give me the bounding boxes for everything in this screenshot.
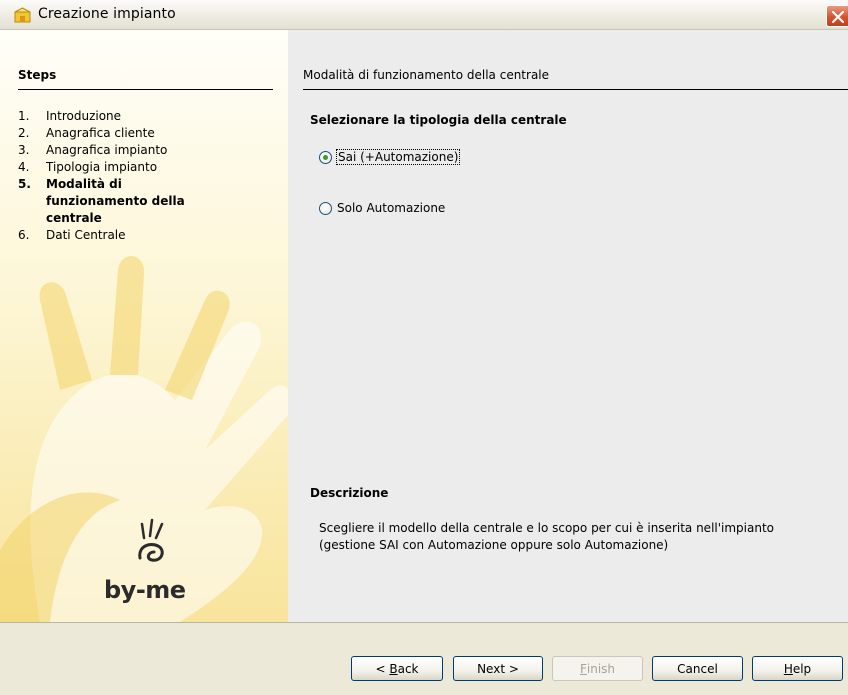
close-button[interactable]: [826, 5, 848, 27]
finish-rest: inish: [586, 661, 616, 676]
step-label: Modalità di funzionamento della centrale: [46, 177, 185, 225]
description-text: Scegliere il modello della centrale e lo…: [319, 520, 839, 554]
help-rest: elp: [792, 661, 812, 676]
radio-label[interactable]: Solo Automazione: [337, 201, 445, 215]
description-line: Scegliere il modello della centrale e lo…: [319, 521, 775, 535]
page-title: Modalità di funzionamento della centrale: [303, 68, 550, 82]
step-label: Introduzione: [46, 109, 122, 123]
close-icon: [831, 10, 845, 24]
finish-button[interactable]: Finish: [552, 656, 643, 681]
step-label: Tipologia impianto: [46, 160, 158, 174]
help-button[interactable]: Help: [752, 656, 843, 681]
steps-list: 1. Introduzione 2. Anagrafica cliente 3. An…: [18, 108, 278, 244]
description-heading: Descrizione: [310, 486, 389, 500]
byme-logo-text: by-me: [104, 576, 186, 604]
step-number: 4.: [18, 160, 30, 174]
radio-button[interactable]: [319, 201, 332, 215]
step-item-current: 5. Modalità di funzionamento della centra…: [18, 176, 278, 227]
back-rest: ack: [397, 661, 419, 676]
window-title: Creazione impianto: [38, 6, 176, 22]
cancel-button[interactable]: Cancel: [652, 656, 743, 681]
step-item: 3. Anagrafica impianto: [18, 142, 278, 159]
question-label: Selezionare la tipologia della centrale: [310, 113, 567, 127]
step-item: 6. Dati Centrale: [18, 227, 278, 244]
description-line: (gestione SAI con Automazione oppure sol…: [319, 538, 669, 552]
title-bar[interactable]: Creazione impianto: [0, 0, 848, 30]
step-item: 2. Anagrafica cliente: [18, 125, 278, 142]
step-item: 1. Introduzione: [18, 108, 278, 125]
step-number: 5.: [18, 177, 31, 191]
step-number: 3.: [18, 143, 30, 157]
steps-panel: Steps 1. Introduzione 2. Anagrafica client…: [0, 30, 288, 622]
radio-option-sai[interactable]: Sai (+Automazione): [319, 149, 461, 165]
step-label: Dati Centrale: [46, 228, 126, 242]
steps-divider: [18, 89, 273, 90]
content-panel: Modalità di funzionamento della centrale…: [288, 30, 848, 622]
app-icon: [14, 7, 31, 23]
step-number: 2.: [18, 126, 30, 140]
step-label: Anagrafica impianto: [46, 143, 168, 157]
finish-mnemonic: F: [579, 661, 587, 676]
help-mnemonic: H: [783, 661, 793, 676]
next-button[interactable]: Next >: [453, 656, 543, 681]
button-bar: < Back Next > Finish Cancel Help: [0, 622, 848, 695]
step-number: 6.: [18, 228, 30, 242]
radio-button-checked[interactable]: [319, 150, 332, 164]
title-divider: [303, 89, 848, 90]
steps-heading: Steps: [18, 68, 57, 82]
step-item: 4. Tipologia impianto: [18, 159, 278, 176]
radio-option-solo-automazione[interactable]: Solo Automazione: [319, 201, 445, 215]
radio-label[interactable]: Sai (+Automazione): [335, 149, 461, 165]
back-mnemonic: B: [389, 661, 398, 676]
step-number: 1.: [18, 109, 30, 123]
back-button[interactable]: < Back: [351, 656, 443, 681]
back-prefix: <: [375, 661, 390, 676]
step-label: Anagrafica cliente: [46, 126, 155, 140]
